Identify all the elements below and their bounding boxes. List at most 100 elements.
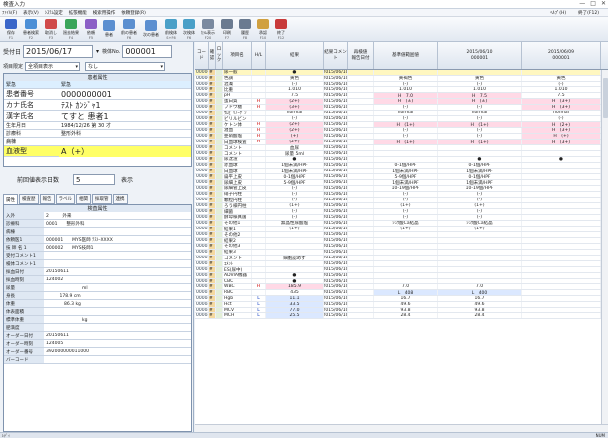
sample-attr-value[interactable]: 0001 整形外科 xyxy=(44,221,191,227)
table-cell: 5-9個/HPF xyxy=(374,174,438,180)
table-cell xyxy=(266,267,324,272)
column-header-4[interactable]: H/L xyxy=(252,42,266,69)
table-cell xyxy=(522,232,601,238)
column-header-8[interactable]: 基準値範囲値 xyxy=(374,42,438,69)
sample-attr-value[interactable]: 124002 xyxy=(44,277,191,282)
sample-attr-value[interactable]: 20150611 xyxy=(44,269,191,274)
table-cell: H xyxy=(252,284,266,290)
toolbar-button-6[interactable]: 前の患者 F6 xyxy=(119,18,139,40)
table-cell xyxy=(374,145,438,151)
table-cell xyxy=(216,93,223,98)
table-cell: H (3+) xyxy=(522,98,601,104)
minimize-button[interactable]: — xyxy=(579,0,585,7)
toolbar-button-3[interactable]: 過去結果 F4 xyxy=(61,18,81,40)
sample-attr-value[interactable]: kg xyxy=(44,317,191,323)
column-header-2[interactable]: ロック xyxy=(216,42,223,69)
table-cell: 000035 xyxy=(196,267,209,272)
table-cell: 白血球 xyxy=(223,168,252,174)
toolbar-button-13[interactable]: 承認 F10 xyxy=(255,18,271,40)
toolbar-button-1[interactable]: 患者検索 F2 xyxy=(21,18,41,40)
column-header-7[interactable]: 再検値 報告日付 xyxy=(348,42,374,69)
toolbar-button-5[interactable]: 患者 xyxy=(101,19,117,40)
table-cell xyxy=(216,284,223,290)
table-cell xyxy=(522,249,601,255)
column-header-9[interactable]: 2015/06/10 000001 xyxy=(438,42,522,69)
toolbar-button-2[interactable]: 取消し F3 xyxy=(43,18,59,40)
toolbar-button-14[interactable]: 終了 F12 xyxy=(273,18,289,40)
sample-attr-value[interactable]: 20150611 xyxy=(44,333,191,338)
toolbar-button-10[interactable]: ｶﾗﾑ表示 F20 xyxy=(199,18,217,40)
column-header-5[interactable]: 結果 xyxy=(266,42,324,69)
table-cell xyxy=(522,151,601,156)
sample-attr-key: 技 師 名 1 xyxy=(4,244,44,251)
sample-attr-value[interactable]: 000001 MYS医師 ﾃｽﾄ-XXXX xyxy=(44,237,191,243)
sample-attr-key: バーコード xyxy=(4,356,44,363)
tab-2[interactable]: 報告 xyxy=(39,194,55,204)
sample-attr-value[interactable]: 392000000011000 xyxy=(44,349,191,354)
patient-row-key: 緊急 xyxy=(4,81,59,88)
filter-select[interactable]: 全項目表示 ▾ xyxy=(25,62,81,71)
toolbar-button-0[interactable]: 保存 F1 xyxy=(3,18,19,40)
toolbar-button-9[interactable]: 次検体 F6 xyxy=(181,18,197,40)
close-button[interactable]: ✕ xyxy=(601,0,606,7)
menu-extension[interactable]: 拡張機能 xyxy=(69,10,87,16)
toolbar-button-7[interactable]: 次の患者 xyxy=(141,19,161,40)
table-cell: 0-1個/HPF xyxy=(374,162,438,168)
table-cell: H (±) xyxy=(438,98,522,104)
table-cell xyxy=(252,209,266,214)
table-cell: 混濁 xyxy=(223,81,252,87)
table-cell xyxy=(266,238,324,243)
tab-0[interactable]: 属性 xyxy=(3,194,18,204)
column-header-0[interactable]: コード xyxy=(195,42,209,69)
menu-file[interactable]: ﾌｧｲﾙ(F) xyxy=(2,10,17,16)
column-header-10[interactable]: 2015/06/09 000001 xyxy=(522,42,601,69)
sample-attr-value[interactable]: 000002 MYS技師1 xyxy=(44,245,191,251)
sample-attr-value[interactable]: 86.3 kg xyxy=(44,301,191,307)
toolbar-button-11[interactable]: 印刷 F7 xyxy=(219,18,235,40)
filter-select-2[interactable]: なし ▾ xyxy=(85,62,166,71)
table-cell: (1+) xyxy=(374,226,438,232)
table-cell xyxy=(522,301,601,307)
table-cell xyxy=(522,267,601,272)
toolbar-button-8[interactable]: 前検体 S+F6 xyxy=(163,18,179,40)
table-cell: 1個未満/HPF xyxy=(374,180,438,185)
sample-attr-value[interactable]: 124005 xyxy=(44,341,191,346)
chevron-down-icon[interactable]: ▾ xyxy=(96,48,99,55)
table-row[interactable]: 000043# MCHL25.52015/06/10 28.428.4 xyxy=(195,313,601,320)
tab-5[interactable]: 採取管 xyxy=(92,194,112,204)
sample-no-field[interactable]: 000001 xyxy=(122,45,173,58)
prev-days-show-button[interactable]: 表示 xyxy=(121,175,133,184)
toolbar-button-12[interactable]: 履歴 F8 xyxy=(237,18,253,40)
patient-row-key: 漢字氏名 xyxy=(4,111,59,121)
table-cell: H xyxy=(252,122,266,127)
reception-date-field[interactable]: 2015/06/17 xyxy=(23,45,94,58)
menu-system[interactable]: ｼｽﾃﾑ設定 xyxy=(45,10,63,16)
vertical-scrollbar[interactable] xyxy=(601,70,608,424)
menu-view[interactable]: 表示(V) xyxy=(23,10,39,16)
prev-days-input[interactable]: 5 xyxy=(73,174,115,185)
results-header: コード 確認 ロック 項目名 H/L 結果 結果コメント 再検値 報告日付 基準値範囲値 2015… xyxy=(195,42,608,70)
table-cell: # xyxy=(209,151,216,156)
column-header-6[interactable]: 結果コメント xyxy=(324,42,348,69)
tab-6[interactable]: 連携 xyxy=(112,194,128,204)
sample-attr-value[interactable]: 178.9 cm xyxy=(44,293,191,299)
sample-attr-value[interactable]: 2 外来 xyxy=(44,213,191,219)
horizontal-scrollbar[interactable] xyxy=(195,424,608,432)
table-cell: (-) xyxy=(438,214,522,220)
table-cell: Hgb xyxy=(223,296,252,301)
menu-order[interactable]: 依頼登録(R) xyxy=(121,10,146,16)
sample-attr-value[interactable]: ml xyxy=(44,285,191,291)
tab-3[interactable]: ラベル xyxy=(55,194,75,204)
menu-search[interactable]: 検索用操作 xyxy=(93,10,116,16)
tab-4[interactable]: 相関 xyxy=(76,194,91,204)
toolbar-button-4[interactable]: 依頼 F5 xyxy=(83,18,99,40)
table-cell xyxy=(348,180,374,185)
column-header-1[interactable]: 確認 xyxy=(209,42,216,69)
menu-exit[interactable]: 終了(F12) xyxy=(578,10,599,16)
menu-help[interactable]: ﾍﾙﾌﾟ(H) xyxy=(550,10,566,16)
chevron-down-icon: ▾ xyxy=(75,63,79,70)
maximize-button[interactable]: □ xyxy=(590,0,596,7)
table-cell: L 400 xyxy=(438,290,522,296)
column-header-3[interactable]: 項目名 xyxy=(223,42,252,69)
tab-1[interactable]: 検査歴 xyxy=(19,194,39,204)
